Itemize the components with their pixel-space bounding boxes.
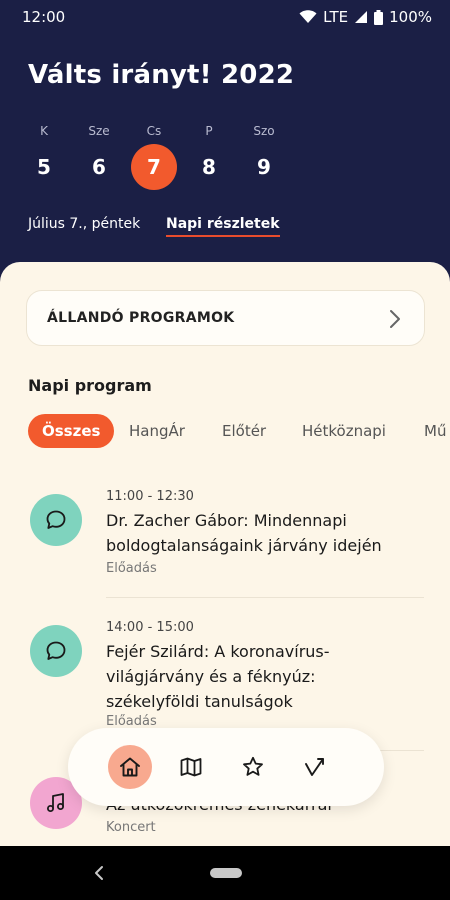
daily-details-link[interactable]: Napi részletek — [166, 216, 280, 237]
home-icon — [120, 757, 140, 777]
event-icon-circle — [30, 494, 82, 546]
event-time: 11:00 - 12:30 — [106, 489, 194, 504]
chat-bubble-icon — [46, 641, 66, 660]
wifi-icon — [299, 10, 317, 23]
network-label: LTE — [323, 8, 349, 26]
status-icons: LTE 100% — [299, 8, 432, 26]
day-item-7-selected[interactable]: Cs 7 — [130, 122, 178, 190]
system-navigation-bar — [0, 846, 450, 900]
day-item-5[interactable]: K 5 — [20, 122, 68, 190]
status-time: 12:00 — [22, 8, 66, 26]
divider — [106, 597, 424, 598]
day-abbr: Szo — [253, 124, 275, 138]
nav-home[interactable] — [108, 745, 152, 789]
event-title: Dr. Zacher Gábor: Mindennapi boldogtalan… — [106, 511, 382, 555]
chip-hetkoznapi[interactable]: Hétköznapi — [302, 414, 386, 448]
day-number: 5 — [37, 155, 51, 179]
back-icon[interactable] — [92, 864, 106, 882]
nav-map[interactable] — [169, 745, 213, 789]
event-time: 14:00 - 15:00 — [106, 620, 194, 635]
chip-hangar[interactable]: HangÁr — [129, 414, 185, 448]
day-abbr: K — [40, 124, 48, 138]
event-item[interactable]: 11:00 - 12:30 Dr. Zacher Gábor: Mindenna… — [0, 486, 450, 596]
chevron-right-icon — [390, 310, 400, 328]
day-abbr: Cs — [146, 124, 162, 138]
permanent-programs-label: ÁLLANDÓ PROGRAMOK — [47, 310, 235, 326]
day-number: 8 — [202, 155, 216, 179]
chip-eloter[interactable]: Előtér — [222, 414, 266, 448]
event-title: Fejér Szilárd: A koronavírus-világjárván… — [106, 642, 330, 711]
battery-label: 100% — [389, 8, 432, 26]
chat-bubble-icon — [46, 510, 66, 529]
chip-mu[interactable]: Mű — [424, 414, 446, 448]
event-type: Előadás — [106, 561, 157, 576]
battery-icon — [374, 9, 384, 25]
day-number: 6 — [92, 155, 106, 179]
day-abbr: P — [205, 124, 213, 138]
day-abbr: Sze — [88, 124, 110, 138]
star-icon — [243, 756, 263, 776]
event-type: Koncert — [106, 820, 156, 835]
daily-program-title: Napi program — [28, 376, 152, 395]
page-title: Válts irányt! 2022 — [28, 60, 295, 90]
day-number: 7 — [131, 144, 177, 190]
day-item-6[interactable]: Sze 6 — [75, 122, 123, 190]
day-item-8[interactable]: P 8 — [185, 122, 233, 190]
route-icon — [305, 758, 324, 776]
selected-date-label: Július 7., péntek — [28, 216, 141, 232]
day-number: 9 — [257, 155, 271, 179]
nav-favorites[interactable] — [231, 745, 275, 789]
home-pill[interactable] — [210, 868, 242, 878]
music-note-icon — [47, 793, 64, 812]
map-icon — [180, 757, 202, 777]
day-item-9[interactable]: Szo 9 — [240, 122, 288, 190]
bottom-navigation — [68, 728, 384, 806]
permanent-programs-button[interactable]: ÁLLANDÓ PROGRAMOK — [26, 290, 425, 346]
header: Válts irányt! 2022 K 5 Sze 6 Cs 7 P 8 Sz… — [0, 34, 450, 264]
status-bar: 12:00 LTE 100% — [0, 0, 450, 34]
event-icon-circle — [30, 625, 82, 677]
chip-all[interactable]: Összes — [28, 414, 115, 448]
nav-route[interactable] — [293, 745, 337, 789]
signal-icon — [355, 11, 368, 23]
event-type: Előadás — [106, 714, 157, 729]
